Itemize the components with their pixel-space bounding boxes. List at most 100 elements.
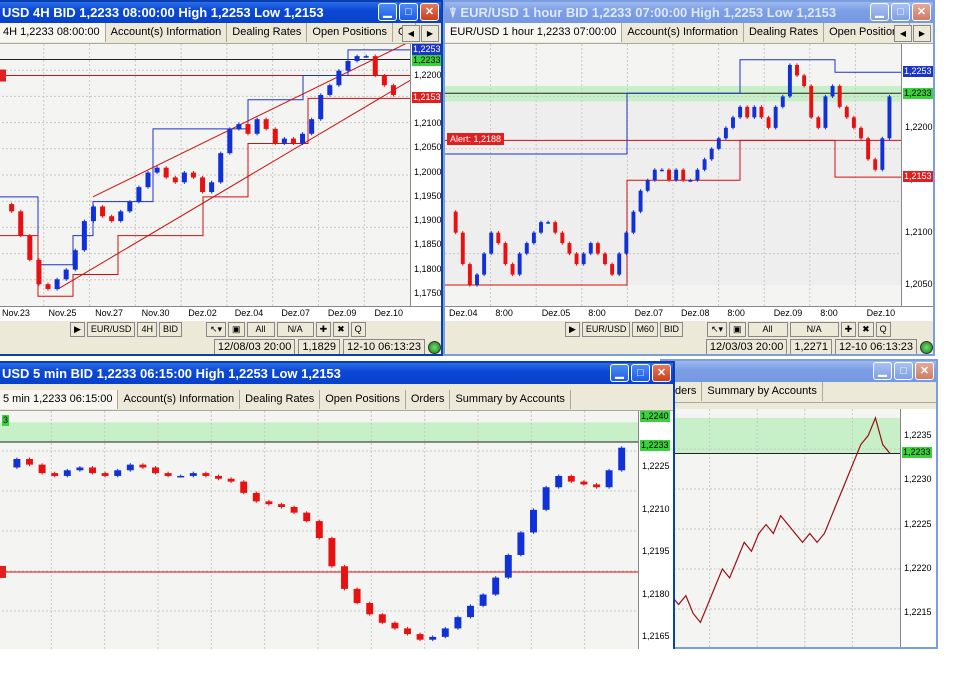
close-button[interactable]: ✕ (420, 3, 439, 21)
tab-chart[interactable]: EUR/USD 1 hour 1,2233 07:00:00 (445, 23, 623, 42)
bull-candle (13, 459, 21, 468)
status-datetime: 12/08/03 20:00 (213, 339, 296, 354)
tab-scroll-left-icon[interactable]: ◀ (894, 25, 912, 42)
bear-candle (263, 119, 269, 129)
bull-candle (63, 470, 71, 476)
q-button[interactable]: Q (875, 322, 891, 337)
period-selector[interactable]: 4H (137, 322, 157, 337)
zoom-out-icon[interactable]: ✖ (858, 322, 874, 337)
y-axis-tick-label: 1,1800 (414, 263, 442, 274)
bull-candle (546, 222, 551, 224)
price-chart-1h[interactable]: Alert: 1,2188 (445, 44, 901, 306)
zoom-out-icon[interactable]: ✖ (333, 322, 349, 337)
bear-candle (172, 177, 178, 183)
chart-window-line[interactable]: ▁ □ ✕ ders Summary by Accounts 1,2235 1,2… (660, 359, 938, 649)
bull-candle (281, 138, 287, 144)
bear-candle (503, 243, 508, 265)
y-axis-tick-label: 1,2165 (642, 630, 670, 641)
tab-scroll-right-icon[interactable]: ▶ (913, 25, 931, 42)
tab-summary-by-accounts[interactable]: Summary by Accounts (702, 382, 823, 401)
scroll-right-button[interactable]: ▶ (70, 322, 85, 337)
close-button[interactable]: ✕ (912, 3, 931, 21)
indicator-tool-icon[interactable]: ▣ (729, 322, 746, 337)
y-axis-tick-label: 1,1900 (414, 215, 442, 226)
maximize-button[interactable]: □ (399, 3, 418, 21)
bear-candle (416, 634, 424, 640)
tab-dealing-rates[interactable]: Dealing Rates (743, 23, 825, 42)
bid-ask-selector[interactable]: BID (659, 322, 683, 337)
q-button[interactable]: Q (350, 322, 366, 337)
y-axis-tick-label: 1,2180 (642, 588, 670, 599)
bear-candle (245, 124, 251, 134)
tab-chart[interactable]: 4H 1,2233 08:00:00 (0, 23, 106, 42)
connection-status-icon (920, 341, 933, 354)
maximize-button[interactable]: □ (894, 362, 913, 380)
minimize-button[interactable]: ▁ (873, 362, 892, 380)
bid-ask-selector[interactable]: BID (158, 322, 182, 337)
bull-candle (475, 274, 479, 286)
scroll-right-button[interactable]: ▶ (565, 322, 580, 337)
cursor-tool-icon[interactable]: ↖▾ (706, 322, 728, 337)
chart-window-4h[interactable]: USD 4H BID 1,2233 08:00:00 High 1,2253 L… (0, 0, 443, 356)
bull-candle (236, 124, 242, 129)
all-button[interactable]: All (747, 322, 788, 337)
title-bar[interactable]: USD 5 min BID 1,2233 06:15:00 High 1,225… (0, 363, 673, 384)
y-axis-tick-label: 1,2200 (905, 121, 933, 132)
symbol-selector[interactable]: EUR/USD (581, 322, 631, 337)
all-button[interactable]: All (246, 322, 275, 337)
tab-scroll-left-icon[interactable]: ◀ (402, 25, 420, 42)
zoom-in-icon[interactable]: ✚ (315, 322, 332, 337)
zoom-in-icon[interactable]: ✚ (840, 322, 857, 337)
price-chart-4h[interactable] (0, 44, 410, 306)
maximize-button[interactable]: □ (891, 3, 910, 21)
bull-candle (638, 190, 643, 212)
title-bar[interactable]: ⍒ EUR/USD 1 hour BID 1,2233 07:00:00 Hig… (445, 2, 933, 23)
tab-dealing-rates[interactable]: Dealing Rates (240, 390, 321, 409)
bull-candle (492, 577, 500, 595)
bear-candle (851, 117, 856, 128)
na-button[interactable]: N/A (276, 322, 314, 337)
x-axis-tick-label: Dez.10 (866, 308, 896, 318)
line-chart[interactable] (662, 409, 900, 647)
tab-summary-by-accounts[interactable]: Summary by Accounts (450, 390, 571, 409)
bear-candle (580, 481, 588, 485)
symbol-selector[interactable]: EUR/USD (86, 322, 136, 337)
price-tag-high: 1,2253 (412, 44, 441, 55)
bear-candle (745, 106, 750, 118)
minimize-button[interactable]: ▁ (378, 3, 397, 21)
chart-window-1h[interactable]: ⍒ EUR/USD 1 hour BID 1,2233 07:00:00 Hig… (443, 0, 935, 356)
title-bar[interactable]: ▁ □ ✕ (662, 361, 936, 382)
bull-candle (624, 232, 629, 254)
bull-candle (531, 232, 536, 244)
tab-dealing-rates[interactable]: Dealing Rates (227, 23, 308, 42)
bear-candle (303, 512, 311, 522)
close-button[interactable]: ✕ (652, 364, 671, 382)
tab-open-positions[interactable]: Open Positions (307, 23, 393, 42)
price-chart-5min[interactable]: 3 (0, 411, 638, 649)
tab-account-information[interactable]: Account(s) Information (118, 390, 241, 409)
price-scale: 1,22001,21501,21001,20501,22531,22331,21… (901, 44, 933, 306)
title-bar[interactable]: USD 4H BID 1,2233 08:00:00 High 1,2253 L… (0, 2, 441, 23)
close-button[interactable]: ✕ (915, 362, 934, 380)
minimize-button[interactable]: ▁ (610, 364, 629, 382)
bear-candle (667, 169, 671, 181)
alert-label[interactable]: Alert: 1,2188 (447, 133, 505, 145)
chart-window-5min[interactable]: USD 5 min BID 1,2233 06:15:00 High 1,225… (0, 361, 675, 649)
indicator-tool-icon[interactable]: ▣ (228, 322, 245, 337)
app-logo-icon: ⍒ (449, 5, 461, 20)
tab-scroll-right-icon[interactable]: ▶ (421, 25, 439, 42)
tab-account-information[interactable]: Account(s) Information (622, 23, 744, 42)
cursor-tool-icon[interactable]: ↖▾ (205, 322, 227, 337)
na-button[interactable]: N/A (789, 322, 839, 337)
bear-candle (837, 85, 842, 107)
bear-candle (27, 235, 33, 260)
bear-candle (164, 473, 172, 476)
bull-candle (479, 594, 487, 606)
tab-orders[interactable]: Orders (405, 390, 451, 409)
period-selector[interactable]: M60 (632, 322, 658, 337)
tab-chart[interactable]: 5 min 1,2233 06:15:00 (0, 390, 119, 409)
maximize-button[interactable]: □ (631, 364, 650, 382)
tab-open-positions[interactable]: Open Positions (320, 390, 406, 409)
minimize-button[interactable]: ▁ (870, 3, 889, 21)
tab-account-information[interactable]: Account(s) Information (105, 23, 228, 42)
